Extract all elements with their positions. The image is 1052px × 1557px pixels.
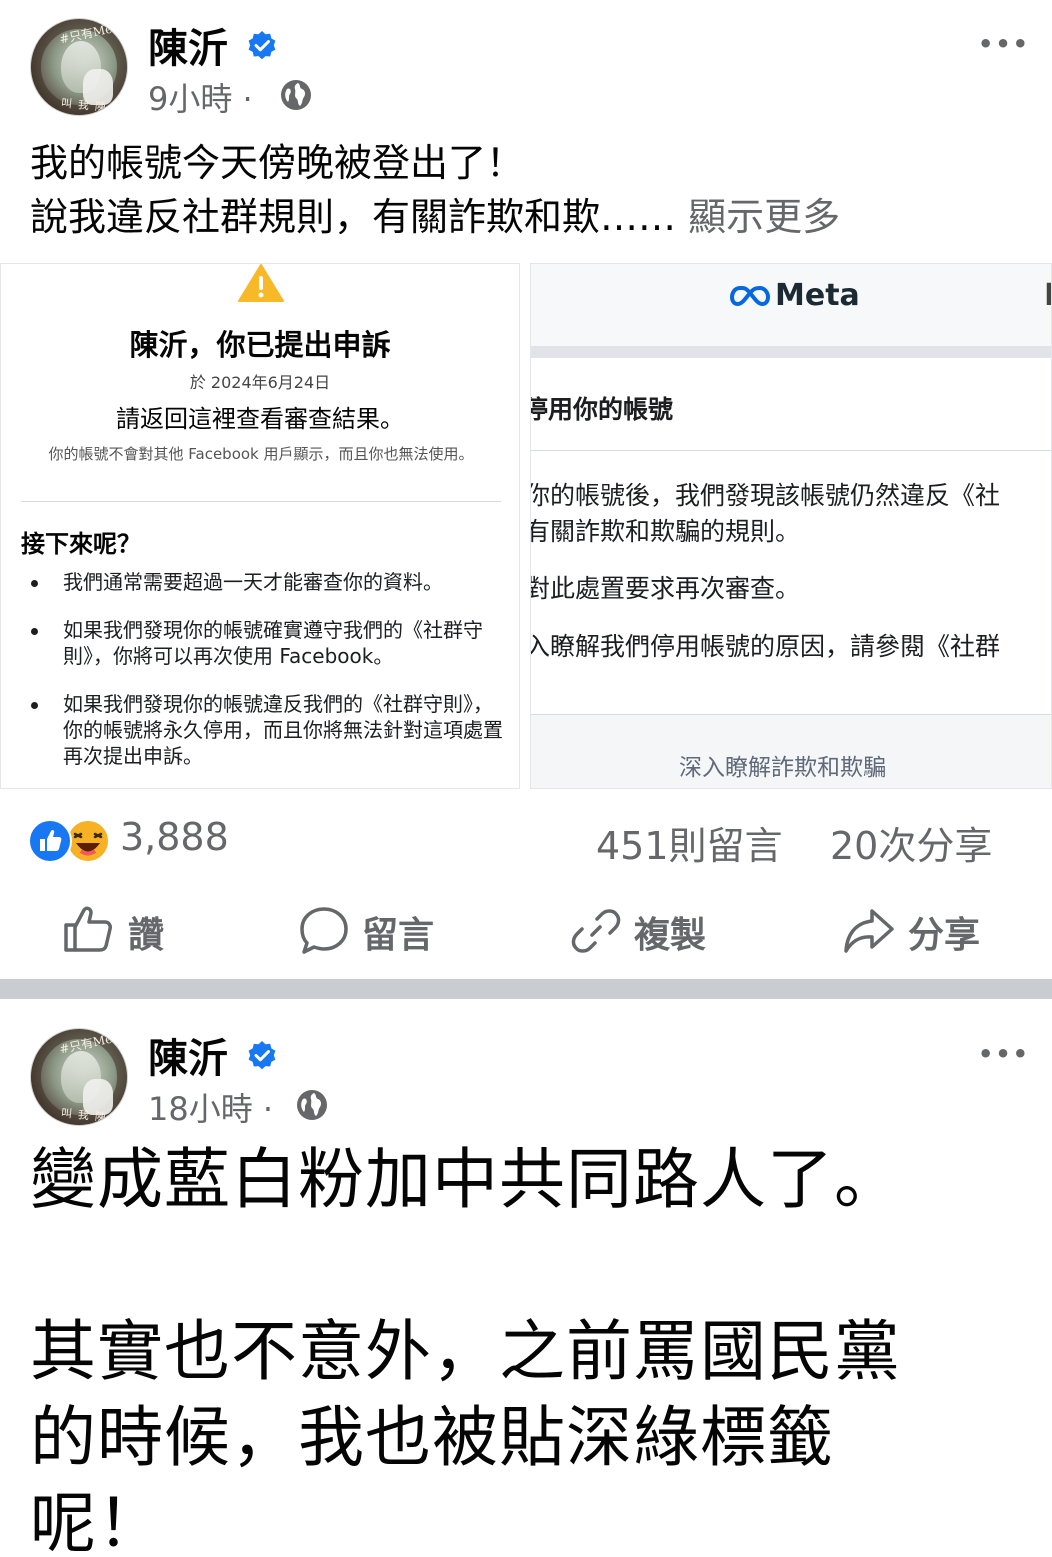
meta-infinity-icon (730, 285, 770, 306)
appeal-subtitle: 請返回這裡查看審查結果。 (116, 405, 404, 433)
bullet (31, 580, 38, 587)
appeal-date: 於 2024年6月24日 (189, 373, 331, 392)
link-icon (571, 909, 621, 953)
verified-badge-icon (248, 1041, 276, 1070)
shares-count[interactable]: 20次分享 (830, 815, 992, 870)
meta-text-line: 入瞭解我們停用帳號的原因，請參閱《社群 (530, 632, 1001, 661)
share-arrow-icon (844, 909, 894, 953)
appeal-title: 陳沂，你已提出申訴 (129, 328, 391, 362)
meta-learn-more-link[interactable]: 深入瞭解詐欺和欺騙 (679, 748, 886, 782)
post-image-meta-notice[interactable]: Meta L 停用你的帳號 你的帳號後，我們發現該帳號仍然違反《社 有關詐欺和欺… (530, 263, 1052, 789)
author-avatar[interactable]: #只有Me 叫我陳 (30, 18, 128, 116)
post-divider (0, 979, 1052, 999)
copy-label: 複製 (634, 915, 707, 956)
warning-icon (238, 264, 284, 302)
post-text: 變成藍白粉加中共同路人了。 其實也不意外，之前罵國民黨 的時候，我也被貼深綠標籤… (30, 1141, 901, 1557)
globe-icon (297, 1090, 327, 1120)
next-step-item: 如果我們發現你的帳號確實遵守我們的《社群守則》，你將可以再次使用 Faceboo… (63, 618, 483, 668)
meta-logo-text: Meta (775, 278, 860, 313)
author-name[interactable]: 陳沂 (148, 16, 228, 74)
meta-text-line: 對此處置要求再次審查。 (530, 574, 801, 603)
share-label: 分享 (908, 915, 981, 956)
post-time[interactable]: 9小時 · (148, 74, 253, 120)
comments-count[interactable]: 451則留言 (596, 815, 783, 870)
bullet (31, 702, 38, 709)
meta-text-line: 你的帳號後，我們發現該帳號仍然違反《社 (530, 481, 1001, 510)
post-image-appeal[interactable]: 陳沂，你已提出申訴 於 2024年6月24日 請返回這裡查看審查結果。 你的帳號… (0, 263, 520, 789)
author-name[interactable]: 陳沂 (148, 1026, 228, 1084)
next-steps-heading: 接下來呢？ (21, 530, 141, 558)
reaction-icons[interactable] (28, 818, 112, 864)
share-button[interactable]: 分享 (840, 900, 1000, 962)
next-step-item: 如果我們發現你的帳號違反我們的《社群守則》，你的帳號將永久停用，而且你將無法針對… (63, 692, 503, 768)
post-text: 我的帳號今天傍晚被登出了！ 說我違反社群規則，有關詐欺和欺…… 顯示更多 (30, 141, 841, 239)
meta-band (531, 346, 1051, 358)
divider (531, 450, 1051, 451)
like-label: 讚 (128, 915, 165, 956)
copy-button[interactable]: 複製 (568, 900, 728, 962)
haha-reaction-icon (66, 819, 110, 863)
like-reaction-icon (28, 819, 72, 863)
bullet (31, 628, 38, 635)
comment-label: 留言 (362, 915, 435, 956)
like-button[interactable]: 讚 (60, 900, 190, 962)
more-options-icon[interactable]: ••• (978, 1040, 1030, 1068)
comment-bubble-icon (300, 907, 348, 954)
globe-icon (281, 80, 311, 110)
appeal-note: 你的帳號不會對其他 Facebook 用戶顯示，而且你也無法使用。 (48, 445, 474, 463)
comment-button[interactable]: 留言 (296, 900, 456, 962)
next-step-item: 我們通常需要超過一天才能審查你的資料。 (63, 570, 443, 594)
meta-text-line: 有關詐欺和欺騙的規則。 (530, 517, 801, 546)
more-options-icon[interactable]: ••• (978, 30, 1030, 58)
thumbs-up-icon (64, 906, 112, 952)
divider (21, 501, 501, 502)
see-more-link[interactable]: 顯示更多 (688, 195, 840, 239)
author-avatar[interactable]: #只有Me 叫我陳 (30, 1028, 128, 1126)
post-time[interactable]: 18小時 · (148, 1084, 273, 1130)
reactions-count[interactable]: 3,888 (120, 815, 229, 859)
meta-heading: 停用你的帳號 (530, 395, 674, 424)
verified-badge-icon (248, 31, 276, 60)
meta-header-right: L (1044, 278, 1051, 313)
